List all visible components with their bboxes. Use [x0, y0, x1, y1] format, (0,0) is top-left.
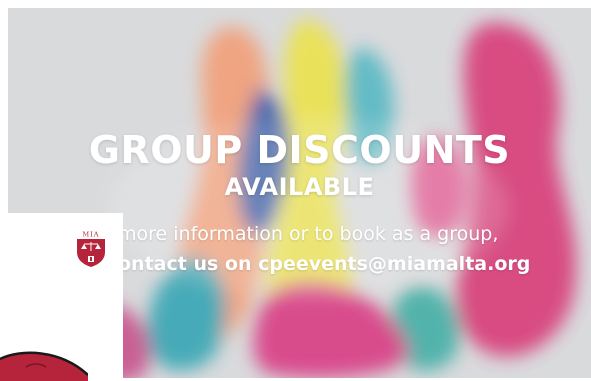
contact-line: ontact us on cpeevents@miamalta.org [118, 252, 530, 276]
logo-panel: MIA [0, 213, 123, 381]
headline-available: AVAILABLE [224, 173, 375, 201]
red-badge-graphic [0, 351, 88, 381]
contact-email-link[interactable]: cpeevents@miamalta.org [258, 253, 530, 275]
contact-prefix: ontact us on [118, 253, 252, 275]
info-text: more information or to book as a group, [118, 223, 499, 245]
mia-crest-icon[interactable]: MIA [76, 230, 106, 268]
crest-text: MIA [83, 231, 100, 239]
headline-group-discounts: GROUP DISCOUNTS [88, 128, 511, 172]
